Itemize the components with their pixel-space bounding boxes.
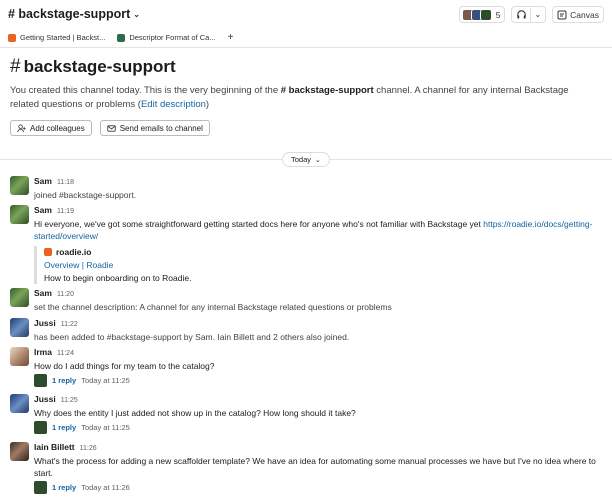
timestamp[interactable]: 11:19 bbox=[57, 206, 74, 217]
reply-avatar bbox=[34, 374, 47, 387]
intro-actions: Add colleagues Send emails to channel bbox=[10, 120, 600, 136]
avatar[interactable] bbox=[10, 347, 29, 366]
author[interactable]: Jussi bbox=[34, 318, 56, 329]
reply-avatar bbox=[34, 421, 47, 434]
bookmark-label: Getting Started | Backst... bbox=[20, 33, 106, 42]
author[interactable]: Sam bbox=[34, 288, 52, 299]
chevron-down-icon[interactable]: ⌄ bbox=[534, 10, 541, 19]
timestamp[interactable]: 11:20 bbox=[57, 289, 74, 300]
bookmark-label: Descriptor Format of Ca... bbox=[129, 33, 216, 42]
channel-header: # backstage-support ⌄ 5 ⌄ Canvas bbox=[0, 0, 612, 28]
member-avatar bbox=[479, 8, 492, 21]
avatar[interactable] bbox=[10, 288, 29, 307]
avatar[interactable] bbox=[10, 176, 29, 195]
message: Sam 11:18 joined #backstage-support. bbox=[10, 176, 602, 201]
reply-count[interactable]: 1 reply bbox=[52, 423, 76, 432]
intro-text-close: ) bbox=[205, 99, 210, 110]
message-text: joined #backstage-support. bbox=[34, 190, 137, 200]
intro-title: # backstage-support bbox=[10, 56, 600, 78]
message-text: set the channel description: A channel f… bbox=[34, 302, 392, 312]
link-preview: roadie.io Overview | Roadie How to begin… bbox=[34, 246, 602, 284]
send-emails-label: Send emails to channel bbox=[119, 123, 203, 133]
hash-icon: # bbox=[10, 56, 21, 77]
message: Sam 11:20 set the channel description: A … bbox=[10, 288, 602, 313]
divider bbox=[530, 7, 532, 22]
preview-site: roadie.io bbox=[44, 246, 602, 258]
backstage-icon bbox=[8, 33, 16, 42]
canvas-label: Canvas bbox=[570, 9, 599, 20]
thread-replies[interactable]: 1 reply Today at 11:26 bbox=[34, 481, 602, 494]
timestamp[interactable]: 11:18 bbox=[57, 177, 74, 188]
bookmark-descriptor-format[interactable]: Descriptor Format of Ca... bbox=[117, 33, 216, 42]
message-text: Why does the entity I just added not sho… bbox=[34, 408, 356, 418]
message: Sam 11:19 Hi everyone, we've got some str… bbox=[10, 205, 602, 284]
reply-count[interactable]: 1 reply bbox=[52, 483, 76, 492]
mail-icon bbox=[107, 124, 116, 132]
day-label: Today bbox=[291, 155, 312, 164]
channel-name: # backstage-support bbox=[8, 7, 131, 21]
author[interactable]: Irma bbox=[34, 347, 52, 358]
last-reply-time: Today at 11:25 bbox=[81, 376, 130, 385]
channel-name-button[interactable]: # backstage-support ⌄ bbox=[8, 7, 140, 21]
preview-description: How to begin onboarding on to Roadie. bbox=[44, 273, 192, 283]
avatar[interactable] bbox=[10, 442, 29, 461]
bookmark-getting-started[interactable]: Getting Started | Backst... bbox=[8, 33, 105, 42]
chevron-down-icon: ⌄ bbox=[315, 156, 321, 164]
message: Iain Billett 11:26 What's the process for… bbox=[10, 442, 602, 494]
preview-site-name: roadie.io bbox=[56, 247, 92, 257]
message-text: How do I add things for my team to the c… bbox=[34, 361, 215, 371]
last-reply-time: Today at 11:25 bbox=[81, 423, 130, 432]
timestamp[interactable]: 11:24 bbox=[57, 348, 74, 359]
send-emails-button[interactable]: Send emails to channel bbox=[99, 120, 210, 136]
reply-avatar bbox=[34, 481, 47, 494]
timestamp[interactable]: 11:25 bbox=[61, 395, 78, 406]
message-text: has been added to #backstage-support by … bbox=[34, 332, 350, 342]
preview-title-link[interactable]: Overview | Roadie bbox=[44, 259, 602, 271]
avatar[interactable] bbox=[10, 394, 29, 413]
add-user-icon bbox=[17, 123, 26, 132]
header-actions: 5 ⌄ Canvas bbox=[458, 6, 604, 23]
chevron-down-icon: ⌄ bbox=[133, 9, 140, 19]
channel-intro: # backstage-support You created this cha… bbox=[10, 56, 600, 136]
intro-channel-ref: # backstage-support bbox=[280, 85, 374, 96]
avatar[interactable] bbox=[10, 318, 29, 337]
author[interactable]: Sam bbox=[34, 176, 52, 187]
message-text-body: Hi everyone, we've got some straightforw… bbox=[34, 219, 484, 229]
last-reply-time: Today at 11:26 bbox=[81, 483, 130, 492]
canvas-icon bbox=[557, 10, 567, 19]
roadie-icon bbox=[44, 248, 52, 256]
author[interactable]: Iain Billett bbox=[34, 442, 75, 453]
huddle-button[interactable]: ⌄ bbox=[511, 6, 547, 23]
intro-description: You created this channel today. This is … bbox=[10, 84, 600, 112]
message: Irma 11:24 How do I add things for my tea… bbox=[10, 347, 602, 387]
edit-description-link[interactable]: Edit description bbox=[141, 99, 206, 110]
add-bookmark-icon[interactable]: + bbox=[228, 32, 234, 43]
thread-replies[interactable]: 1 reply Today at 11:25 bbox=[34, 374, 602, 387]
timestamp[interactable]: 11:22 bbox=[61, 319, 78, 330]
timestamp[interactable]: 11:26 bbox=[80, 443, 97, 454]
thread-replies[interactable]: 1 reply Today at 11:25 bbox=[34, 421, 602, 434]
canvas-button[interactable]: Canvas bbox=[552, 6, 604, 23]
intro-text-prefix: You created this channel today. This is … bbox=[10, 85, 281, 96]
member-count: 5 bbox=[495, 9, 501, 20]
day-jump-button[interactable]: Today ⌄ bbox=[282, 152, 330, 167]
doc-icon bbox=[117, 33, 126, 42]
message-text: Hi everyone, we've got some straightforw… bbox=[34, 218, 602, 242]
intro-channel-name: backstage-support bbox=[23, 57, 176, 76]
bookmarks-bar: Getting Started | Backst... Descriptor F… bbox=[0, 28, 612, 48]
message: Jussi 11:22 has been added to #backstage-… bbox=[10, 318, 602, 343]
author[interactable]: Sam bbox=[34, 205, 52, 216]
reply-count[interactable]: 1 reply bbox=[52, 376, 76, 385]
message-text: What's the process for adding a new scaf… bbox=[34, 456, 596, 478]
headphones-icon bbox=[517, 10, 527, 19]
avatar[interactable] bbox=[10, 205, 29, 224]
add-colleagues-label: Add colleagues bbox=[30, 123, 85, 133]
author[interactable]: Jussi bbox=[34, 394, 56, 405]
members-button[interactable]: 5 bbox=[458, 6, 506, 23]
add-colleagues-button[interactable]: Add colleagues bbox=[10, 120, 92, 136]
message: Jussi 11:25 Why does the entity I just ad… bbox=[10, 394, 602, 434]
